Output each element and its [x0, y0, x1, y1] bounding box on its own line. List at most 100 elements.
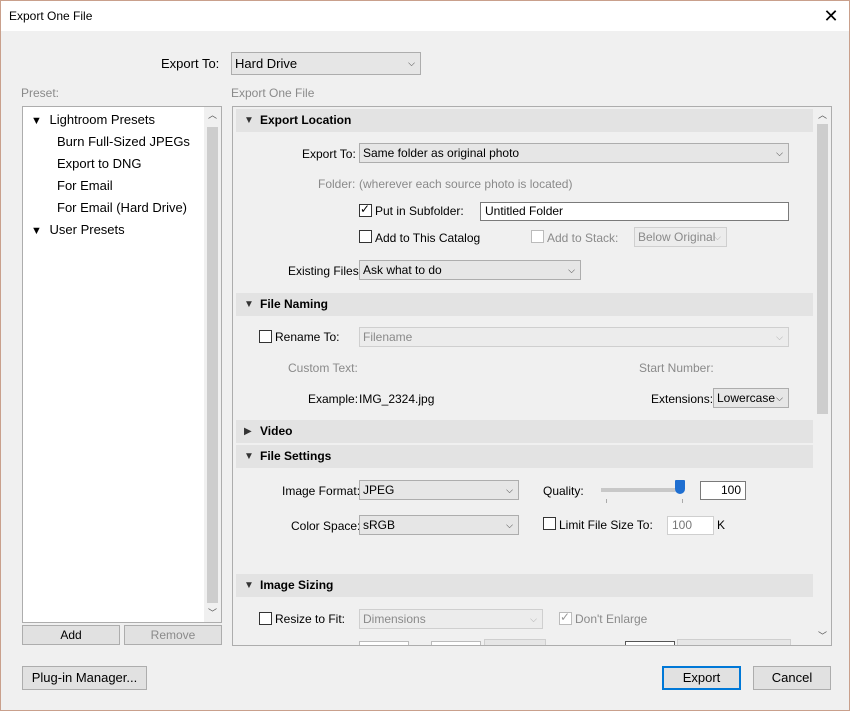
export-to-dest-label: Export To:	[302, 147, 356, 161]
chevron-down-icon: ⌵	[530, 614, 537, 624]
scroll-up-icon[interactable]: ︿	[205, 108, 220, 121]
limit-file-size-input[interactable]: 100	[667, 516, 714, 535]
plugin-manager-button[interactable]: Plug-in Manager...	[22, 666, 147, 690]
window-title: Export One File	[9, 9, 93, 23]
preset-label: Preset:	[21, 86, 60, 100]
remove-preset-button[interactable]: Remove	[124, 625, 222, 645]
section-file-naming[interactable]: ▼ File Naming	[236, 293, 813, 316]
resize-to-fit-checkbox[interactable]	[259, 612, 272, 625]
rename-to-checkbox[interactable]	[259, 330, 272, 343]
limit-file-size-label: Limit File Size To:	[559, 518, 653, 532]
chevron-down-icon: ⌵	[506, 520, 513, 530]
add-preset-button[interactable]: Add	[22, 625, 120, 645]
width-input[interactable]	[359, 641, 409, 645]
export-to-select[interactable]: Hard Drive ⌵	[231, 52, 421, 75]
triangle-down-icon: ▼	[31, 115, 42, 127]
add-to-stack-checkbox[interactable]	[531, 230, 544, 243]
triangle-down-icon: ▼	[244, 299, 254, 310]
section-header-label: Video	[260, 424, 293, 438]
color-space-label: Color Space:	[291, 519, 361, 533]
section-header-label: Image Sizing	[260, 578, 334, 592]
units-select[interactable]	[484, 639, 546, 645]
section-image-sizing[interactable]: ▼ Image Sizing	[236, 574, 813, 597]
scroll-up-icon[interactable]: ︿	[815, 108, 830, 121]
settings-scrollbar[interactable]: ︿ ﹀	[814, 107, 831, 645]
rename-to-value: Filename	[363, 330, 413, 344]
preset-item[interactable]: Burn Full-Sized JPEGs	[57, 134, 190, 149]
close-icon[interactable]: ✕	[819, 4, 843, 28]
resolution-units-select[interactable]	[677, 639, 791, 645]
preset-group-user[interactable]: ▼ User Presets	[31, 222, 125, 237]
cancel-button[interactable]: Cancel	[753, 666, 831, 690]
section-header-label: File Settings	[260, 449, 332, 463]
section-export-location[interactable]: ▼ Export Location	[236, 109, 813, 132]
export-to-dest-select[interactable]: Same folder as original photo ⌵	[359, 143, 789, 163]
folder-value: (wherever each source photo is located)	[359, 177, 573, 191]
triangle-down-icon: ▼	[31, 225, 42, 237]
slider-tick	[682, 499, 683, 503]
scroll-thumb[interactable]	[817, 124, 828, 414]
image-format-label: Image Format:	[282, 484, 361, 498]
chevron-down-icon: ⌵	[776, 393, 783, 403]
section-file-settings[interactable]: ▼ File Settings	[236, 445, 813, 468]
limit-file-size-checkbox[interactable]	[543, 517, 556, 530]
add-to-catalog-checkbox[interactable]	[359, 230, 372, 243]
export-button[interactable]: Export	[662, 666, 741, 690]
section-header-label: Export Location	[260, 113, 352, 127]
preset-group-label: User Presets	[49, 222, 125, 237]
export-dialog: Export One File ✕ Export To: Hard Drive …	[0, 0, 850, 711]
scroll-thumb[interactable]	[207, 127, 218, 603]
height-input[interactable]	[431, 641, 481, 645]
scroll-down-icon[interactable]: ﹀	[205, 606, 220, 619]
image-format-value: JPEG	[363, 483, 395, 497]
rename-to-select[interactable]: Filename ⌵	[359, 327, 789, 347]
subfolder-input[interactable]: Untitled Folder	[480, 202, 789, 221]
rename-to-label: Rename To:	[275, 330, 340, 344]
chevron-down-icon: ⌵	[714, 232, 721, 242]
quality-input[interactable]: 100	[700, 481, 746, 500]
triangle-down-icon: ▼	[244, 115, 254, 126]
resize-to-fit-select[interactable]: Dimensions ⌵	[359, 609, 543, 629]
section-header-label: File Naming	[260, 297, 329, 311]
panel-title: Export One File	[231, 86, 315, 100]
export-to-value: Hard Drive	[235, 56, 298, 71]
preset-group-label: Lightroom Presets	[49, 112, 156, 127]
section-video[interactable]: ▶ Video	[236, 420, 813, 443]
chevron-down-icon: ⌵	[568, 265, 575, 275]
export-to-label: Export To:	[161, 56, 220, 71]
resolution-input[interactable]	[625, 641, 675, 645]
dont-enlarge-label: Don't Enlarge	[575, 612, 648, 626]
add-to-stack-select[interactable]: Below Original ⌵	[634, 227, 727, 247]
folder-label: Folder:	[318, 177, 356, 191]
existing-files-value: Ask what to do	[363, 263, 442, 277]
put-in-subfolder-label: Put in Subfolder:	[375, 204, 464, 218]
quality-slider-track[interactable]	[601, 488, 683, 492]
chevron-down-icon: ⌵	[506, 485, 513, 495]
chevron-down-icon: ⌵	[776, 148, 783, 158]
triangle-right-icon: ▶	[244, 426, 252, 437]
quality-slider-fill	[601, 488, 675, 492]
preset-item[interactable]: For Email (Hard Drive)	[57, 200, 187, 215]
settings-panel: ▼ Export Location Export To: Same folder…	[232, 106, 832, 646]
extensions-value: Lowercase	[717, 391, 776, 405]
existing-files-select[interactable]: Ask what to do ⌵	[359, 260, 581, 280]
add-to-stack-label: Add to Stack:	[547, 231, 619, 245]
quality-slider-thumb[interactable]	[675, 480, 685, 494]
slider-tick	[606, 499, 607, 503]
export-to-dest-value: Same folder as original photo	[363, 146, 520, 160]
put-in-subfolder-checkbox[interactable]	[359, 202, 372, 217]
preset-item[interactable]: For Email	[57, 178, 113, 193]
triangle-down-icon: ▼	[244, 580, 254, 591]
existing-files-label: Existing Files:	[288, 264, 363, 278]
color-space-select[interactable]: sRGB ⌵	[359, 515, 519, 535]
start-number-label: Start Number:	[639, 361, 714, 375]
resize-to-fit-value: Dimensions	[363, 612, 426, 626]
dont-enlarge-checkbox[interactable]	[559, 610, 572, 625]
preset-group-lightroom[interactable]: ▼ Lightroom Presets	[31, 112, 155, 127]
chevron-down-icon: ⌵	[776, 332, 783, 342]
preset-item[interactable]: Export to DNG	[57, 156, 142, 171]
extensions-select[interactable]: Lowercase ⌵	[713, 388, 789, 408]
image-format-select[interactable]: JPEG ⌵	[359, 480, 519, 500]
scroll-down-icon[interactable]: ﹀	[815, 629, 830, 642]
preset-scrollbar[interactable]: ︿ ﹀	[204, 107, 221, 622]
